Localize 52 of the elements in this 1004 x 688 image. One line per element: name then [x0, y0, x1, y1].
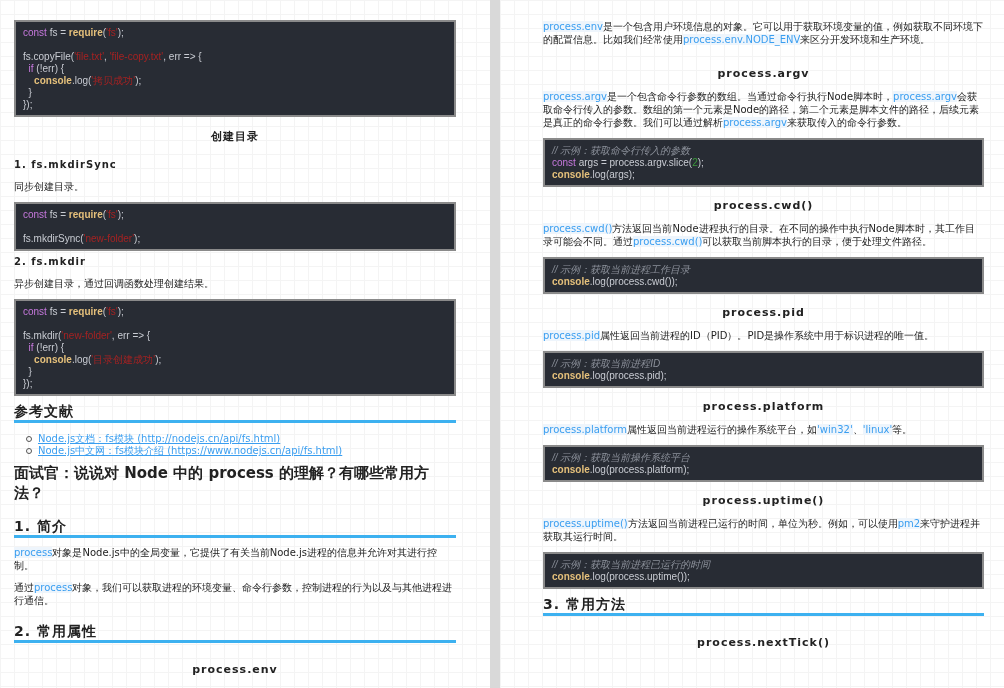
code-line: console.log(process.pid);	[552, 370, 668, 382]
paragraph: 异步创建目录，通过回调函数处理创建结果。	[14, 277, 215, 290]
code-line: // 示例：获取命令行传入的参数	[552, 145, 692, 157]
code-line: // 示例：获取当前进程工作目录	[552, 264, 692, 276]
code-line: fs.mkdirSync('new-folder');	[23, 233, 142, 245]
paragraph: 通过process对象，我们可以获取进程的环境变量、命令行参数，控制进程的行为以及与其他进程进行通信。	[14, 581, 454, 607]
code-line: console.log('目录创建成功');	[33, 354, 163, 366]
code-line: });	[23, 378, 34, 390]
code-line: console.log('拷贝成功');	[33, 75, 143, 87]
paragraph: 同步创建目录。	[14, 180, 85, 193]
code-line: if (!err) {	[27, 63, 66, 75]
paragraph: process.env是一个包含用户环境信息的对象。它可以用于获取环境变量的值，例如获取不同环境下的配置信息。比如我们经常使用process.env.NODE_ENV来区分开发环境和生产环境。	[543, 20, 984, 46]
code-line: const args = process.argv.slice(2);	[552, 157, 705, 169]
code-line: console.log(process.uptime());	[552, 571, 691, 583]
section-heading: 3. 常用方法	[543, 595, 984, 616]
code-line: fs.copyFile('file.txt', 'file-copy.txt', err => {	[23, 51, 203, 63]
section-title: process.nextTick()	[697, 636, 830, 649]
code-line: console.log(process.cwd());	[552, 276, 679, 288]
section-title: process.uptime()	[702, 494, 825, 507]
section-title: process.argv	[717, 67, 810, 80]
code-line: // 示例：获取当前进程ID	[552, 358, 662, 370]
reference-link[interactable]: Node.js中文网：fs模块介绍 (https://www.nodejs.cn/api/fs.html)	[38, 444, 343, 458]
section-title: process.env	[192, 663, 278, 676]
paragraph: process对象是Node.js中的全局变量，它提供了有关当前Node.js进程的信息并允许对其进行控制。	[14, 546, 438, 572]
code-line: const fs = require('fs');	[23, 27, 125, 39]
code-line: // 示例：获取当前操作系统平台	[552, 452, 692, 464]
section-heading: 2. 常用属性	[14, 622, 456, 643]
section-title: process.pid	[722, 306, 805, 319]
section-title: process.cwd()	[713, 199, 814, 212]
paragraph: process.argv是一个包含命令行参数的数组。当通过命令行执行Node脚本时，process.argv会获取命令行传入的参数。数组的第一个元素是Node的路径，第二个元素是脚本文件的路径，后续元素是真正的命令行参数。我们可以通过解析process.argv来获取传入的命令行参数。	[543, 90, 981, 129]
code-line: }	[27, 87, 33, 99]
subheading: 2. fs.mkdir	[14, 256, 87, 267]
code-line: }	[27, 366, 33, 378]
paragraph: process.pid属性返回当前进程的ID（PID）。PID是操作系统中用于标识进程的唯一值。	[543, 329, 936, 342]
section-title: 创建目录	[211, 129, 259, 144]
article-heading: 面试官：说说对 Node 中的 process 的理解？有哪些常用方法？	[14, 463, 431, 503]
section-heading: 参考文献	[14, 402, 456, 423]
paragraph: process.uptime()方法返回当前进程已运行的时间，单位为秒。例如，可以使用pm2来守护进程并获取其运行时间。	[543, 517, 982, 543]
section-heading: 1. 简介	[14, 517, 456, 538]
code-line: if (!err) {	[27, 342, 66, 354]
section-title: process.platform	[702, 400, 825, 413]
code-line: // 示例：获取当前进程已运行的时间	[552, 559, 712, 571]
code-line: console.log(process.platform);	[552, 464, 691, 476]
reference-link[interactable]: Node.js文档：fs模块 (http://nodejs.cn/api/fs.html)	[38, 432, 281, 446]
code-line: const fs = require('fs');	[23, 306, 125, 318]
code-line: fs.mkdir('new-folder', err => {	[23, 330, 152, 342]
code-line: console.log(args);	[552, 169, 636, 181]
subheading: 1. fs.mkdirSync	[14, 159, 118, 170]
code-line: });	[23, 99, 34, 111]
paragraph: process.platform属性返回当前进程运行的操作系统平台，如'win32'、'linux'等。	[543, 423, 914, 436]
paragraph: process.cwd()方法返回当前Node进程执行的目录。在不同的操作中执行Node脚本时，其工作目录可能会不同。通过process.cwd()可以获取当前脚本执行的目录，便于处理文件路径。	[543, 222, 976, 248]
code-line: const fs = require('fs');	[23, 209, 125, 221]
